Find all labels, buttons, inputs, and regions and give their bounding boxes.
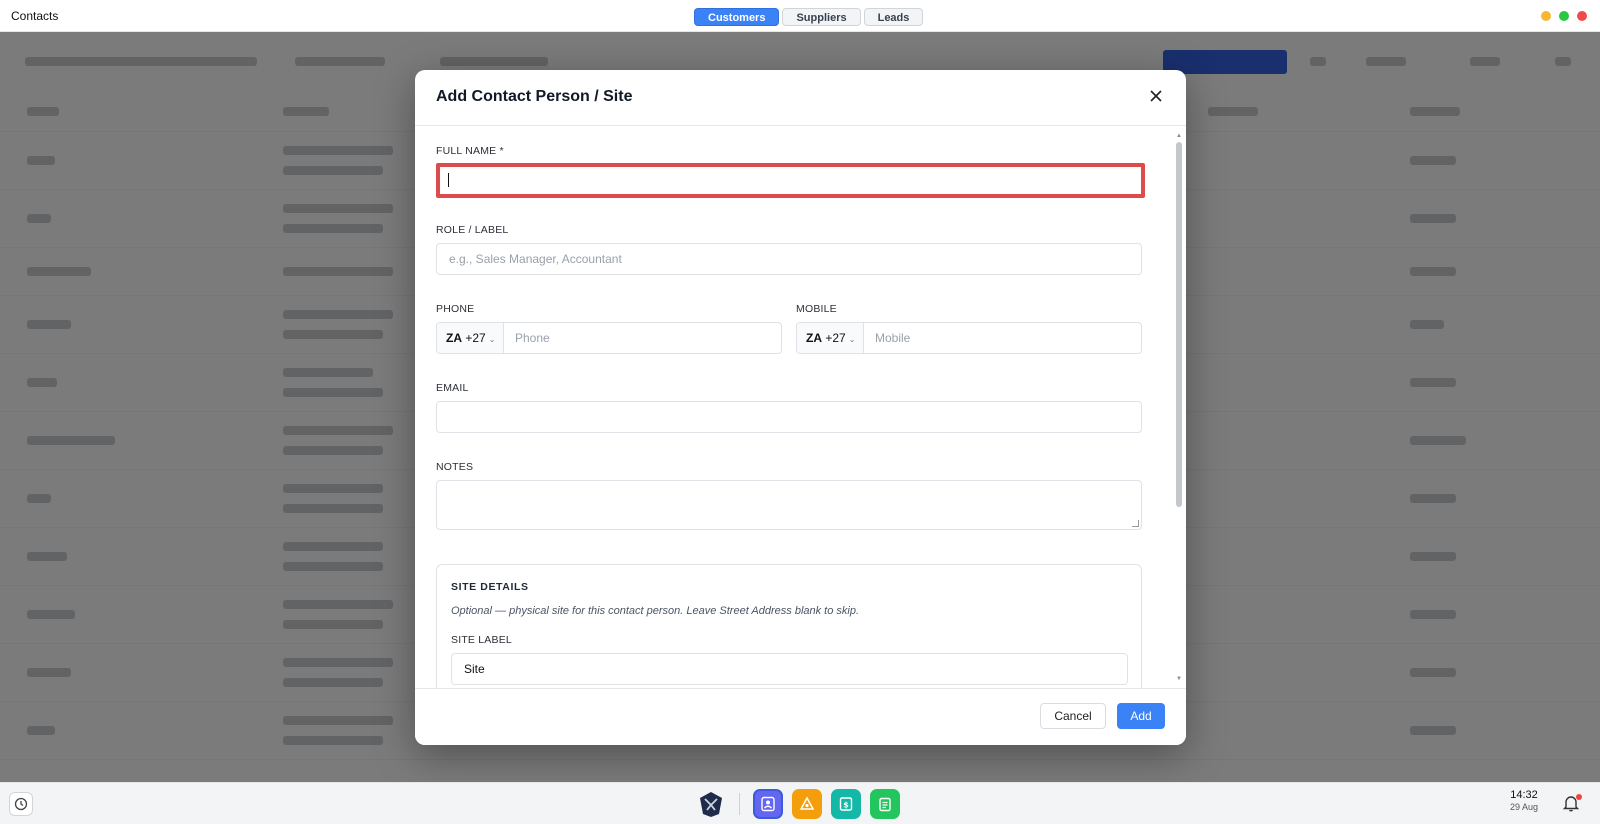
add-button[interactable]: Add (1117, 703, 1165, 729)
dialog-header: Add Contact Person / Site (415, 70, 1186, 126)
scroll-up-icon[interactable]: ▲ (1176, 133, 1182, 139)
site-details-section: SITE DETAILS Optional — physical site fo… (436, 564, 1142, 688)
phone-country-select[interactable]: ZA +27 ⌄ (437, 323, 504, 353)
tab-customers[interactable]: Customers (694, 8, 780, 26)
minimize-button[interactable] (1541, 11, 1551, 21)
notes-label: NOTES (436, 461, 474, 473)
scrollbar-thumb[interactable] (1176, 142, 1182, 507)
app-logo-icon[interactable] (696, 789, 726, 819)
site-label-input[interactable]: Site (451, 653, 1128, 685)
site-details-note: Optional — physical site for this contac… (451, 605, 860, 617)
email-label: EMAIL (436, 382, 469, 394)
cancel-button[interactable]: Cancel (1040, 703, 1106, 729)
window-controls (1541, 11, 1587, 21)
window-title: Contacts (11, 9, 59, 23)
projects-app-icon[interactable] (792, 789, 822, 819)
contacts-app-icon[interactable] (753, 789, 783, 819)
scroll-down-icon[interactable]: ▼ (1176, 676, 1182, 682)
close-window-button[interactable] (1577, 11, 1587, 21)
phone-label: PHONE (436, 303, 475, 315)
tab-suppliers[interactable]: Suppliers (782, 8, 861, 26)
phone-field: ZA +27 ⌄ Phone (436, 322, 782, 354)
dialog-body[interactable]: FULL NAME * ROLE / LABEL e.g., Sales Man… (415, 127, 1186, 688)
chevron-down-icon: ⌄ (488, 335, 496, 344)
full-name-input[interactable] (436, 163, 1145, 198)
history-icon[interactable] (9, 792, 33, 816)
notes-app-icon[interactable] (870, 789, 900, 819)
role-label: ROLE / LABEL (436, 224, 509, 236)
window-titlebar: Contacts Customers Suppliers Leads (0, 0, 1600, 32)
mobile-label: MOBILE (796, 303, 837, 315)
dialog-footer: Cancel Add (415, 688, 1186, 745)
phone-input[interactable]: Phone (504, 323, 781, 353)
notification-dot (1576, 794, 1582, 800)
mobile-field: ZA +27 ⌄ Mobile (796, 322, 1142, 354)
notes-textarea[interactable] (436, 480, 1142, 530)
svg-text:$: $ (843, 801, 849, 810)
mobile-country-select[interactable]: ZA +27 ⌄ (797, 323, 864, 353)
chevron-down-icon: ⌄ (848, 335, 856, 344)
spreadsheet-app-icon[interactable]: $ (831, 789, 861, 819)
role-input[interactable]: e.g., Sales Manager, Accountant (436, 243, 1142, 275)
resize-handle-icon[interactable] (1132, 520, 1139, 527)
email-input[interactable] (436, 401, 1142, 433)
dock-apps: $ (696, 789, 900, 819)
phone-dial-code: +27 (465, 331, 486, 345)
site-label-label: SITE LABEL (451, 634, 512, 646)
system-clock[interactable]: 14:32 29 Aug (1510, 789, 1538, 812)
phone-country-code: ZA (446, 331, 462, 345)
add-contact-dialog: Add Contact Person / Site FULL NAME * RO… (415, 70, 1186, 745)
tab-leads[interactable]: Leads (863, 8, 924, 26)
bell-icon[interactable] (1562, 794, 1582, 814)
maximize-button[interactable] (1559, 11, 1569, 21)
dialog-title: Add Contact Person / Site (436, 88, 633, 105)
close-icon[interactable] (1146, 87, 1166, 107)
contact-type-tabs: Customers Suppliers Leads (694, 8, 924, 26)
site-details-heading: SITE DETAILS (451, 581, 529, 593)
dock-separator (739, 793, 740, 815)
mobile-country-code: ZA (806, 331, 822, 345)
clock-time: 14:32 (1510, 789, 1538, 801)
mobile-input[interactable]: Mobile (864, 323, 1141, 353)
dialog-scrollbar[interactable]: ▲ ▼ (1176, 133, 1182, 682)
text-caret (448, 172, 449, 187)
taskbar: $ 14:32 29 Aug (0, 782, 1600, 824)
clock-date: 29 Aug (1509, 802, 1538, 812)
full-name-label: FULL NAME * (436, 145, 504, 157)
mobile-dial-code: +27 (825, 331, 846, 345)
